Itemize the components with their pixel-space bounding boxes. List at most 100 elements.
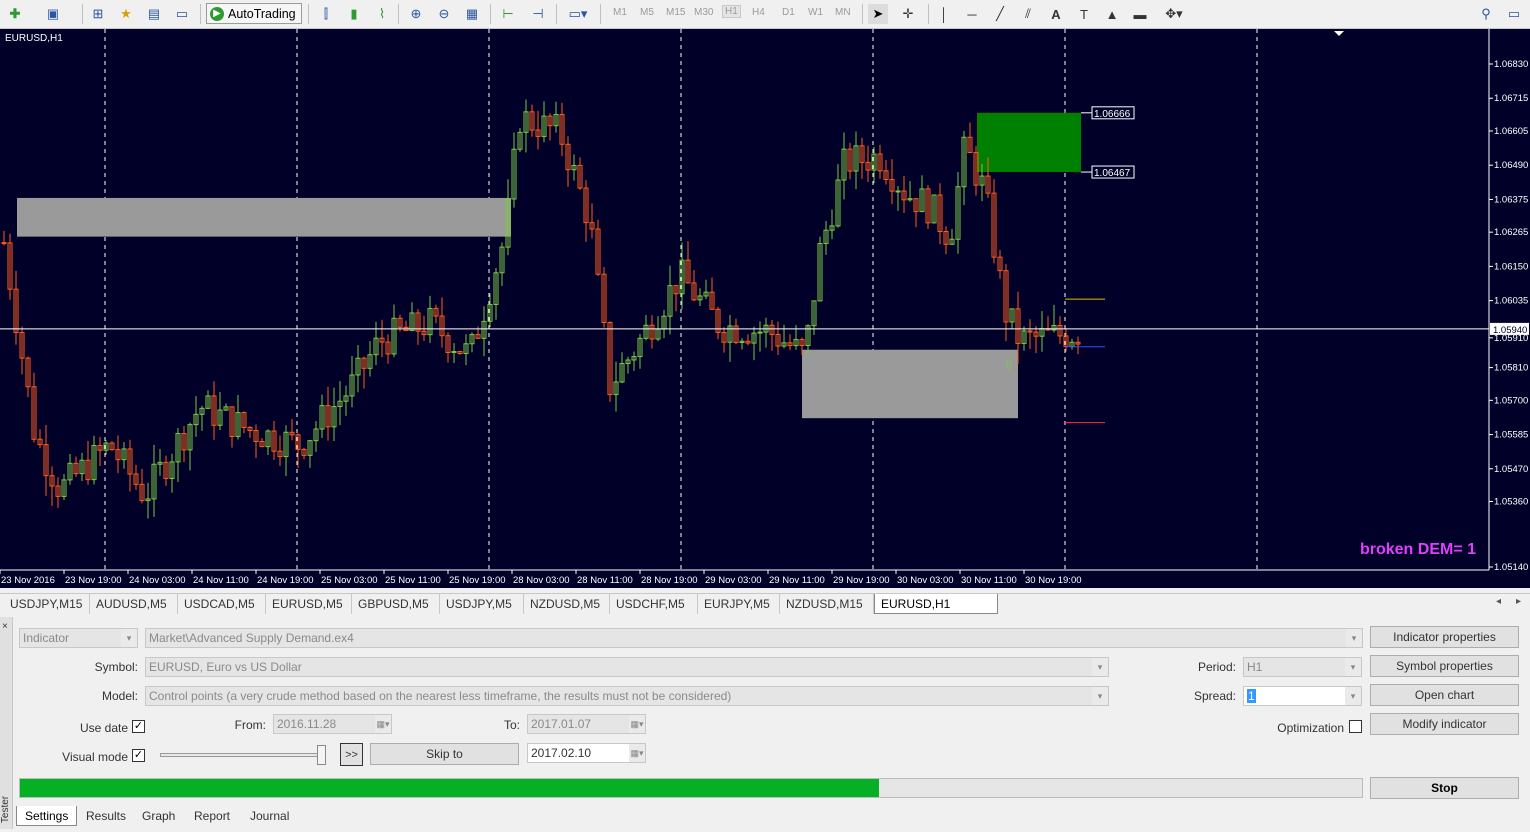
- chart-tab-usdjpy-m15[interactable]: USDJPY,M15: [4, 594, 90, 614]
- zoom-in-icon[interactable]: ⊕: [406, 4, 426, 24]
- auto-scroll-icon[interactable]: ⊢: [498, 4, 518, 24]
- demand-zone: [802, 349, 1018, 419]
- to-date-input[interactable]: 2017.01.07 ▦▾: [527, 714, 646, 734]
- market-watch-icon[interactable]: ⊞: [88, 4, 108, 24]
- timeframe-w1[interactable]: W1: [808, 7, 823, 18]
- symbol-select[interactable]: EURUSD, Euro vs US Dollar ▾: [145, 657, 1109, 677]
- text-label-icon[interactable]: T: [1074, 4, 1094, 24]
- chart-shift-icon[interactable]: ⊣: [528, 4, 548, 24]
- tester-close-icon[interactable]: ×: [2, 621, 8, 632]
- price-tick-label: 1.06490: [1494, 160, 1528, 171]
- skip-to-date-input[interactable]: 2017.02.10 ▦▾: [527, 743, 646, 763]
- skip-forward-button[interactable]: >>: [340, 743, 363, 766]
- time-tick-label: 24 Nov 03:00: [129, 575, 186, 586]
- timeframe-d1[interactable]: D1: [782, 7, 795, 18]
- modify-indicator-button[interactable]: Modify indicator: [1370, 713, 1519, 735]
- period-select[interactable]: H1 ▾: [1243, 657, 1362, 677]
- trendline-icon[interactable]: ╱: [990, 4, 1010, 24]
- arrow-up-icon[interactable]: ▲: [1102, 4, 1122, 24]
- progress-fill: [20, 779, 879, 797]
- tabs-scroll-left-icon[interactable]: ◂: [1496, 596, 1501, 607]
- horizontal-line-icon[interactable]: ─: [962, 4, 982, 24]
- crosshair-icon[interactable]: ✛: [898, 4, 918, 24]
- time-tick-label: 25 Nov 03:00: [321, 575, 378, 586]
- chevron-down-icon: ▾: [1345, 687, 1361, 705]
- navigator-icon[interactable]: ▤: [144, 4, 164, 24]
- optimization-checkbox[interactable]: [1349, 720, 1362, 733]
- tab-results[interactable]: Results: [78, 806, 134, 826]
- chart-tab-nzdusd-m5[interactable]: NZDUSD,M5: [524, 594, 610, 614]
- tabs-scroll-right-icon[interactable]: ▸: [1516, 596, 1521, 607]
- timeframe-h1[interactable]: H1: [722, 5, 741, 18]
- price-tick-label: 1.05360: [1494, 497, 1528, 508]
- time-tick-label: 25 Nov 19:00: [449, 575, 506, 586]
- time-tick-label: 25 Nov 11:00: [385, 575, 441, 586]
- symbol-properties-button[interactable]: Symbol properties: [1370, 655, 1519, 677]
- zone-price-label: 1.06666: [1094, 109, 1131, 120]
- model-label: Model:: [101, 689, 138, 703]
- chart-tab-eurusd-m5[interactable]: EURUSD,M5: [266, 594, 352, 614]
- visual-mode-checkbox[interactable]: ✓: [132, 749, 145, 762]
- line-chart-icon[interactable]: ⌇: [372, 4, 392, 24]
- bar-chart-icon[interactable]: ⫿: [316, 4, 336, 24]
- new-chart-icon[interactable]: ✚: [5, 4, 25, 24]
- buy-arrow-icon: ⇧: [1003, 358, 1015, 374]
- time-tick-label: 23 Nov 19:00: [65, 575, 122, 586]
- chart-tab-eurusd-h1-visual[interactable]: EURUSD,H1 (visual): [874, 594, 998, 631]
- help-icon[interactable]: ▭: [1504, 4, 1524, 24]
- chart-tab-usdcad-m5[interactable]: USDCAD,M5: [178, 594, 266, 614]
- search-icon[interactable]: ⚲: [1476, 4, 1496, 24]
- tab-report[interactable]: Report: [186, 806, 238, 826]
- speed-slider-thumb[interactable]: [317, 745, 326, 765]
- timeframe-m1[interactable]: M1: [613, 7, 627, 18]
- objects-menu-icon[interactable]: ✥▾: [1160, 4, 1188, 24]
- tab-graph[interactable]: Graph: [134, 806, 183, 826]
- stop-button[interactable]: Stop: [1370, 777, 1519, 799]
- timeframe-m30[interactable]: M30: [694, 7, 713, 18]
- open-chart-button[interactable]: Open chart: [1370, 684, 1519, 706]
- cursor-icon[interactable]: ➤: [868, 4, 888, 24]
- speed-slider-track[interactable]: [160, 753, 326, 757]
- skip-to-button[interactable]: Skip to: [370, 743, 519, 765]
- price-tick-label: 1.06605: [1494, 126, 1528, 137]
- spread-select[interactable]: 1 ▾: [1243, 686, 1362, 706]
- zone-price-label: 1.06467: [1094, 168, 1131, 179]
- tile-windows-icon[interactable]: ▦: [462, 4, 482, 24]
- chevron-down-icon: ▾: [1345, 658, 1361, 676]
- chart-tab-audusd-m5[interactable]: AUDUSD,M5: [90, 594, 178, 614]
- timeframe-m15[interactable]: M15: [666, 7, 685, 18]
- channel-icon[interactable]: ⫽: [1018, 4, 1038, 24]
- autotrading-button[interactable]: ▶ AutoTrading: [206, 3, 302, 24]
- test-type-select[interactable]: Indicator ▾: [19, 628, 138, 648]
- from-date-input[interactable]: 2016.11.28 ▦▾: [273, 714, 392, 734]
- model-select[interactable]: Control points (a very crude method base…: [145, 686, 1109, 706]
- profiles-icon[interactable]: ▣: [43, 4, 63, 24]
- candlestick-icon[interactable]: ▮: [344, 4, 364, 24]
- zoom-out-icon[interactable]: ⊖: [434, 4, 454, 24]
- chart-tab-usdchf-m5[interactable]: USDCHF,M5: [610, 594, 698, 614]
- price-tick-label: 1.06830: [1494, 59, 1528, 70]
- data-window-icon[interactable]: ★: [116, 4, 136, 24]
- current-price-label: 1.05940: [1493, 325, 1527, 336]
- use-date-checkbox[interactable]: ✓: [132, 720, 145, 733]
- chart-tab-usdjpy-m5[interactable]: USDJPY,M5: [440, 594, 524, 614]
- time-tick-label: 23 Nov 2016: [1, 575, 55, 586]
- timeframe-h4[interactable]: H4: [752, 7, 765, 18]
- vertical-line-icon[interactable]: │: [934, 4, 954, 24]
- terminal-icon[interactable]: ▭: [172, 4, 192, 24]
- chart-tab-nzdusd-m15[interactable]: NZDUSD,M15: [780, 594, 874, 614]
- indicators-icon[interactable]: ▭▾: [564, 4, 592, 24]
- timeframe-m5[interactable]: M5: [640, 7, 654, 18]
- price-chart[interactable]: ⇧ 1.06666 1.06467 1.06830 1.06715 1.06605 1.06…: [0, 29, 1530, 588]
- tab-settings[interactable]: Settings: [16, 806, 78, 826]
- timeframe-mn[interactable]: MN: [835, 7, 851, 18]
- rectangle-icon[interactable]: ▬: [1130, 4, 1150, 24]
- text-icon[interactable]: A: [1046, 4, 1066, 24]
- chart-tab-gbpusd-m5[interactable]: GBPUSD,M5: [352, 594, 440, 614]
- indicator-properties-button[interactable]: Indicator properties: [1370, 626, 1519, 648]
- chart-tab-eurjpy-m5[interactable]: EURJPY,M5: [698, 594, 780, 614]
- tab-journal[interactable]: Journal: [242, 806, 297, 826]
- time-tick-label: 29 Nov 11:00: [769, 575, 825, 586]
- chevron-down-icon: ▾: [1092, 687, 1108, 705]
- program-select[interactable]: Market\Advanced Supply Demand.ex4 ▾: [145, 628, 1363, 648]
